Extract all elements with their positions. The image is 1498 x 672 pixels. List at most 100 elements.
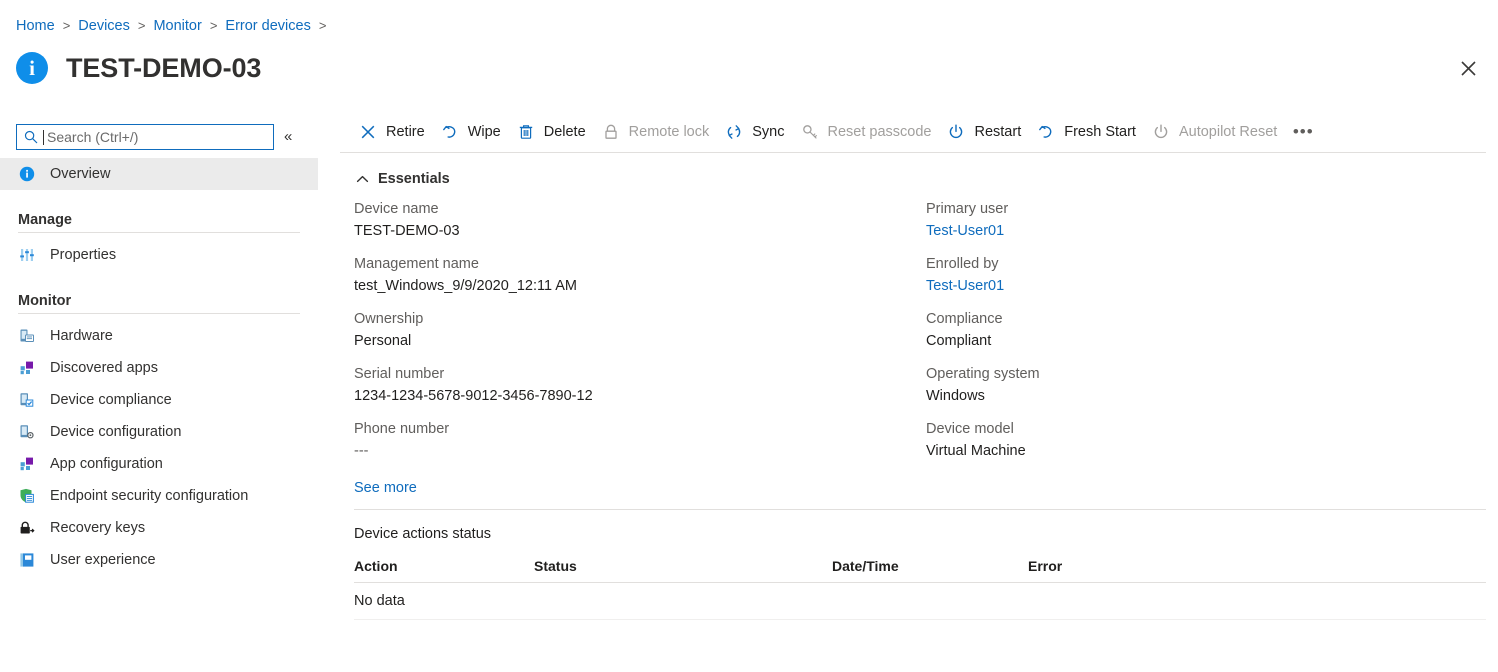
column-header-error[interactable]: Error xyxy=(1028,558,1178,574)
device-check-icon xyxy=(18,391,36,409)
info-circle-icon xyxy=(18,165,36,183)
collapse-sidebar-button[interactable]: « xyxy=(284,128,292,146)
field-ownership: Ownership Personal xyxy=(354,309,926,352)
toolbar-button-label: Sync xyxy=(752,124,784,140)
undo-arrow-icon xyxy=(1037,123,1055,141)
retire-button[interactable]: Retire xyxy=(352,116,432,148)
sidebar-group-monitor: Monitor xyxy=(0,293,318,309)
apps-grid-icon xyxy=(18,455,36,473)
sidebar-item-label: Endpoint security configuration xyxy=(50,488,248,504)
essentials-right-column: Primary user Test-User01 Enrolled by Tes… xyxy=(926,199,1498,474)
sidebar-item-discovered-apps[interactable]: Discovered apps xyxy=(0,352,318,384)
sidebar-item-label: Recovery keys xyxy=(50,520,145,536)
field-primary-user: Primary user Test-User01 xyxy=(926,199,1498,242)
search-icon xyxy=(23,129,39,145)
breadcrumb-item-devices[interactable]: Devices xyxy=(78,16,130,36)
close-icon xyxy=(1461,61,1476,76)
sidebar-item-label: App configuration xyxy=(50,456,163,472)
toolbar-button-label: Autopilot Reset xyxy=(1179,124,1277,140)
device-gear-icon xyxy=(18,423,36,441)
book-icon xyxy=(18,551,36,569)
breadcrumb-separator: > xyxy=(138,16,146,36)
fresh-start-button[interactable]: Fresh Start xyxy=(1030,116,1143,148)
essentials-toggle[interactable]: Essentials xyxy=(354,171,1498,187)
power-icon xyxy=(1152,123,1170,141)
sync-icon xyxy=(725,123,743,141)
spacer xyxy=(0,150,318,158)
sidebar-item-user-experience[interactable]: User experience xyxy=(0,544,318,576)
delete-button[interactable]: Delete xyxy=(510,116,593,148)
breadcrumb-item-error-devices[interactable]: Error devices xyxy=(225,16,310,36)
sidebar-item-overview[interactable]: Overview xyxy=(0,158,318,190)
sidebar-item-label: Device compliance xyxy=(50,392,172,408)
search-input[interactable]: Search (Ctrl+/) xyxy=(16,124,274,150)
sidebar-item-app-configuration[interactable]: App configuration xyxy=(0,448,318,480)
sidebar-search-row: Search (Ctrl+/) « xyxy=(0,112,318,150)
field-value: --- xyxy=(354,440,926,462)
field-label: Enrolled by xyxy=(926,254,1498,275)
essentials-title: Essentials xyxy=(378,171,450,187)
field-label: Serial number xyxy=(354,364,926,385)
essentials-left-column: Device name TEST-DEMO-03 Management name… xyxy=(354,199,926,474)
toolbar-button-label: Fresh Start xyxy=(1064,124,1136,140)
breadcrumb-separator: > xyxy=(319,16,327,36)
lock-key-icon xyxy=(18,519,36,537)
breadcrumb-item-home[interactable]: Home xyxy=(16,16,55,36)
field-value-link[interactable]: Test-User01 xyxy=(926,220,1498,242)
divider xyxy=(18,232,300,233)
column-header-datetime[interactable]: Date/Time xyxy=(832,558,1028,574)
sidebar-item-hardware[interactable]: Hardware xyxy=(0,320,318,352)
field-value: 1234-1234-5678-9012-3456-7890-12 xyxy=(354,385,926,407)
more-actions-button[interactable]: ••• xyxy=(1288,116,1318,148)
reset-passcode-button[interactable]: Reset passcode xyxy=(794,116,939,148)
remote-lock-button[interactable]: Remote lock xyxy=(595,116,717,148)
field-label: Compliance xyxy=(926,309,1498,330)
field-label: Device model xyxy=(926,419,1498,440)
toolbar-button-label: Wipe xyxy=(468,124,501,140)
wipe-button[interactable]: Wipe xyxy=(434,116,508,148)
sidebar-item-endpoint-security-configuration[interactable]: Endpoint security configuration xyxy=(0,480,318,512)
main-content: Retire Wipe Delete xyxy=(340,112,1498,672)
field-value: Personal xyxy=(354,330,926,352)
column-header-status[interactable]: Status xyxy=(534,558,832,574)
field-serial-number: Serial number 1234-1234-5678-9012-3456-7… xyxy=(354,364,926,407)
field-label: Management name xyxy=(354,254,926,275)
field-device-name: Device name TEST-DEMO-03 xyxy=(354,199,926,242)
essentials-grid: Device name TEST-DEMO-03 Management name… xyxy=(340,199,1498,474)
breadcrumb-separator: > xyxy=(63,16,71,36)
table-header-row: Action Status Date/Time Error xyxy=(354,558,1486,583)
key-icon xyxy=(801,123,819,141)
autopilot-reset-button[interactable]: Autopilot Reset xyxy=(1145,116,1284,148)
action-toolbar: Retire Wipe Delete xyxy=(340,112,1486,153)
shield-list-icon xyxy=(18,487,36,505)
restart-button[interactable]: Restart xyxy=(940,116,1028,148)
sidebar-item-device-compliance[interactable]: Device compliance xyxy=(0,384,318,416)
device-actions-title: Device actions status xyxy=(354,526,1498,542)
sliders-icon xyxy=(18,246,36,264)
field-value: Compliant xyxy=(926,330,1498,352)
field-value: Virtual Machine xyxy=(926,440,1498,462)
column-header-action[interactable]: Action xyxy=(354,558,534,574)
sync-button[interactable]: Sync xyxy=(718,116,791,148)
toolbar-button-label: Restart xyxy=(974,124,1021,140)
sidebar-item-label: Discovered apps xyxy=(50,360,158,376)
sidebar-item-recovery-keys[interactable]: Recovery keys xyxy=(0,512,318,544)
see-more-link[interactable]: See more xyxy=(354,480,417,496)
field-enrolled-by: Enrolled by Test-User01 xyxy=(926,254,1498,297)
lock-icon xyxy=(602,123,620,141)
field-value-link[interactable]: Test-User01 xyxy=(926,275,1498,297)
field-label: Phone number xyxy=(354,419,926,440)
undo-arrow-icon xyxy=(441,123,459,141)
page-header: i TEST-DEMO-03 xyxy=(16,48,261,88)
sidebar-item-device-configuration[interactable]: Device configuration xyxy=(0,416,318,448)
sidebar-item-properties[interactable]: Properties xyxy=(0,239,318,271)
breadcrumb-item-monitor[interactable]: Monitor xyxy=(153,16,201,36)
sidebar-item-label: User experience xyxy=(50,552,156,568)
close-button[interactable] xyxy=(1452,52,1484,84)
apps-grid-icon xyxy=(18,359,36,377)
breadcrumb: Home > Devices > Monitor > Error devices… xyxy=(16,16,334,36)
device-actions-table: Action Status Date/Time Error No data xyxy=(354,558,1486,620)
info-circle-icon: i xyxy=(16,52,48,84)
field-label: Ownership xyxy=(354,309,926,330)
field-value: Windows xyxy=(926,385,1498,407)
